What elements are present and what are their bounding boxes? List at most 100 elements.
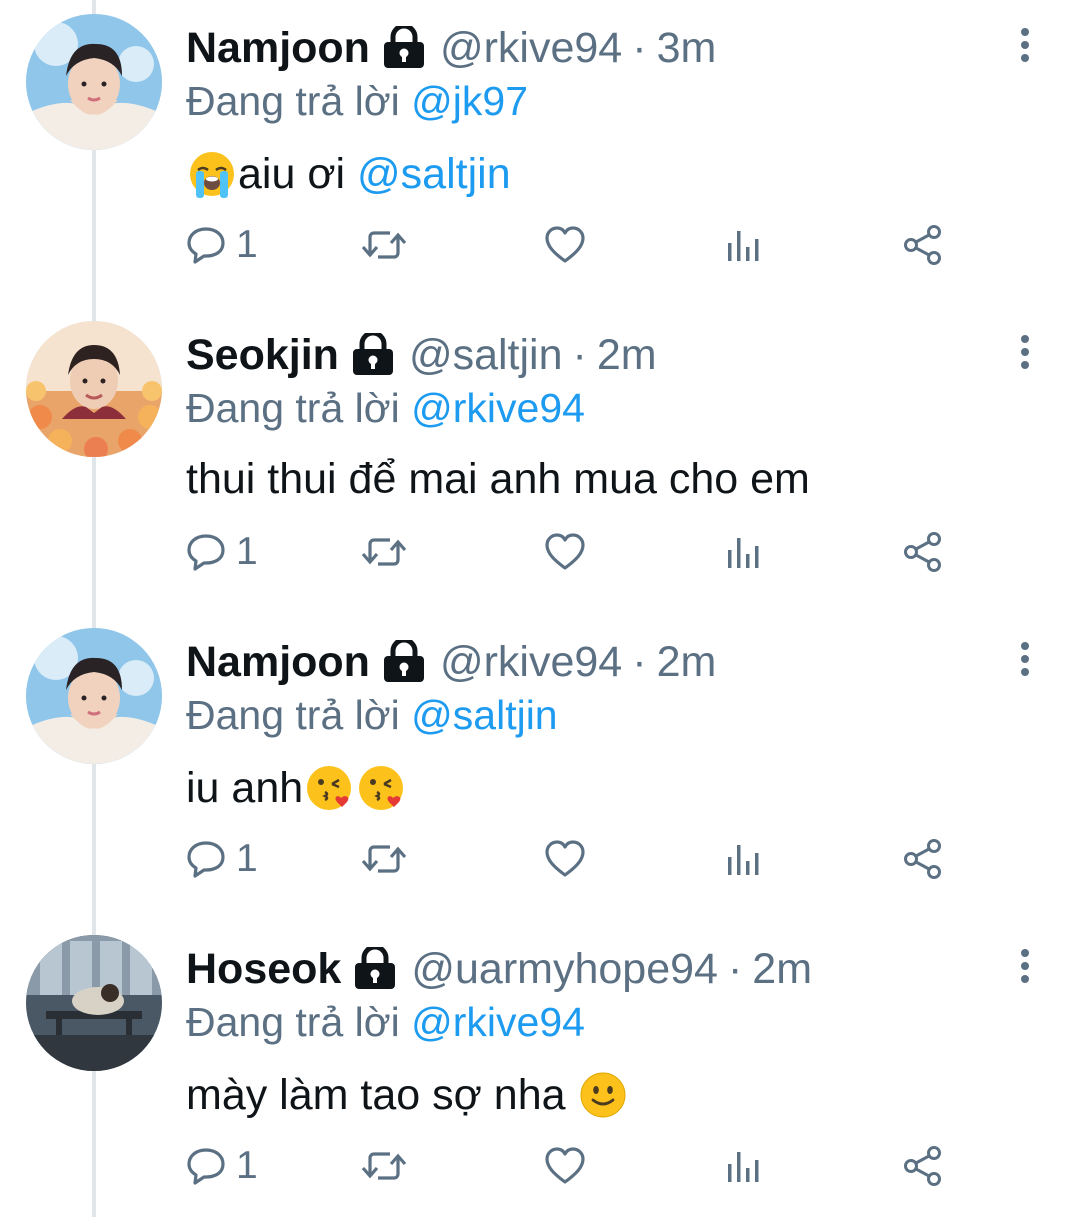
share-button[interactable]	[902, 210, 944, 280]
reply-count: 1	[236, 1144, 258, 1187]
share-button[interactable]	[902, 517, 944, 587]
separator-dot: ·	[632, 23, 647, 72]
analytics-icon	[726, 1146, 762, 1186]
lock-icon	[351, 944, 399, 991]
share-icon	[902, 1145, 944, 1187]
tweet-2[interactable]: Seokjin @saltjin · 2m Đang trả lời @rkiv…	[0, 307, 1080, 614]
tweet-body-text: mày làm tao sợ nha	[186, 1070, 578, 1119]
retweet-button[interactable]	[360, 517, 408, 587]
tweet-actions: 1	[0, 517, 1080, 587]
tweet-3[interactable]: Namjoon @rkive94 · 2m Đang trả lời @salt…	[0, 614, 1080, 921]
share-button[interactable]	[902, 1131, 944, 1201]
display-name[interactable]: Hoseok	[186, 945, 341, 994]
more-vertical-icon[interactable]	[1010, 26, 1040, 66]
analytics-icon	[726, 225, 762, 265]
share-icon	[902, 838, 944, 880]
face-blowing-kiss-emoji	[303, 762, 355, 814]
tweet-actions: 1	[0, 210, 1080, 280]
replying-to-mention[interactable]: @saltjin	[411, 692, 557, 738]
retweet-icon	[360, 1146, 408, 1186]
tweet-actions: 1	[0, 824, 1080, 894]
retweet-button[interactable]	[360, 210, 408, 280]
replying-to-line: Đang trả lời @rkive94	[186, 999, 585, 1046]
tweet-1[interactable]: Namjoon @rkive94 · 3m Đang trả lời @jk97…	[0, 0, 1080, 307]
reply-icon	[186, 839, 226, 879]
like-button[interactable]	[544, 210, 586, 280]
display-name[interactable]: Namjoon	[186, 638, 370, 687]
more-vertical-icon[interactable]	[1010, 333, 1040, 373]
tweet-text: thui thui để mai anh mua cho em	[186, 455, 810, 504]
reply-button[interactable]: 1	[186, 517, 258, 587]
tweet-header: Namjoon @rkive94 · 2m	[186, 634, 716, 690]
replying-to-line: Đang trả lời @jk97	[186, 78, 528, 125]
retweet-button[interactable]	[360, 1131, 408, 1201]
lock-icon	[349, 330, 397, 377]
body-mention[interactable]: @saltjin	[357, 150, 511, 199]
reply-icon	[186, 225, 226, 265]
analytics-button[interactable]	[726, 210, 762, 280]
reply-button[interactable]: 1	[186, 824, 258, 894]
analytics-button[interactable]	[726, 517, 762, 587]
loudly-crying-face-emoji	[186, 148, 238, 200]
tweet-header: Namjoon @rkive94 · 3m	[186, 20, 716, 76]
user-handle[interactable]: @rkive94	[440, 24, 622, 73]
like-button[interactable]	[544, 824, 586, 894]
timestamp[interactable]: 2m	[752, 945, 812, 994]
tweet-4[interactable]: Hoseok @uarmyhope94 · 2m Đang trả lời @r…	[0, 921, 1080, 1228]
timestamp[interactable]: 3m	[657, 24, 717, 73]
user-handle[interactable]: @rkive94	[440, 638, 622, 687]
user-handle[interactable]: @uarmyhope94	[411, 945, 718, 994]
display-name[interactable]: Namjoon	[186, 24, 370, 73]
share-icon	[902, 224, 944, 266]
separator-dot: ·	[572, 330, 587, 379]
retweet-icon	[360, 532, 408, 572]
reply-button[interactable]: 1	[186, 1131, 258, 1201]
like-button[interactable]	[544, 1131, 586, 1201]
reply-icon	[186, 532, 226, 572]
tweet-body-text: aiu ơi	[238, 149, 358, 198]
replying-to-mention[interactable]: @jk97	[411, 78, 528, 124]
separator-dot: ·	[632, 637, 647, 686]
tweet-text: mày làm tao sợ nha	[186, 1069, 629, 1121]
analytics-button[interactable]	[726, 1131, 762, 1201]
reply-count: 1	[236, 223, 258, 266]
tweet-header: Hoseok @uarmyhope94 · 2m	[186, 941, 812, 997]
user-handle[interactable]: @saltjin	[409, 331, 563, 380]
analytics-icon	[726, 839, 762, 879]
more-vertical-icon[interactable]	[1010, 640, 1040, 680]
avatar[interactable]	[26, 14, 162, 150]
replying-to-label: Đang trả lời	[186, 385, 400, 431]
replying-to-line: Đang trả lời @rkive94	[186, 385, 585, 432]
replying-to-label: Đang trả lời	[186, 692, 400, 738]
replying-to-mention[interactable]: @rkive94	[411, 999, 585, 1045]
replying-to-mention[interactable]: @rkive94	[411, 385, 585, 431]
like-button[interactable]	[544, 517, 586, 587]
replying-to-label: Đang trả lời	[186, 78, 400, 124]
reply-count: 1	[236, 530, 258, 573]
avatar[interactable]	[26, 935, 162, 1071]
heart-icon	[544, 225, 586, 265]
replying-to-line: Đang trả lời @saltjin	[186, 692, 558, 739]
separator-dot: ·	[727, 944, 743, 993]
display-name[interactable]: Seokjin	[186, 331, 339, 380]
timestamp[interactable]: 2m	[597, 331, 657, 380]
tweet-body-text: thui thui để mai anh mua cho em	[186, 455, 810, 503]
timestamp[interactable]: 2m	[657, 638, 717, 687]
heart-icon	[544, 532, 586, 572]
avatar[interactable]	[26, 628, 162, 764]
share-button[interactable]	[902, 824, 944, 894]
tweet-text: iu anh	[186, 762, 407, 814]
tweet-body-text: iu anh	[186, 763, 304, 812]
replying-to-label: Đang trả lời	[186, 999, 400, 1045]
reply-button[interactable]: 1	[186, 210, 258, 280]
more-vertical-icon[interactable]	[1010, 947, 1040, 987]
lock-icon	[380, 23, 428, 70]
reply-count: 1	[236, 837, 258, 880]
avatar[interactable]	[26, 321, 162, 457]
analytics-button[interactable]	[726, 824, 762, 894]
share-icon	[902, 531, 944, 573]
retweet-button[interactable]	[360, 824, 408, 894]
reply-icon	[186, 1146, 226, 1186]
tweet-actions: 1	[0, 1131, 1080, 1201]
heart-icon	[544, 1146, 586, 1186]
